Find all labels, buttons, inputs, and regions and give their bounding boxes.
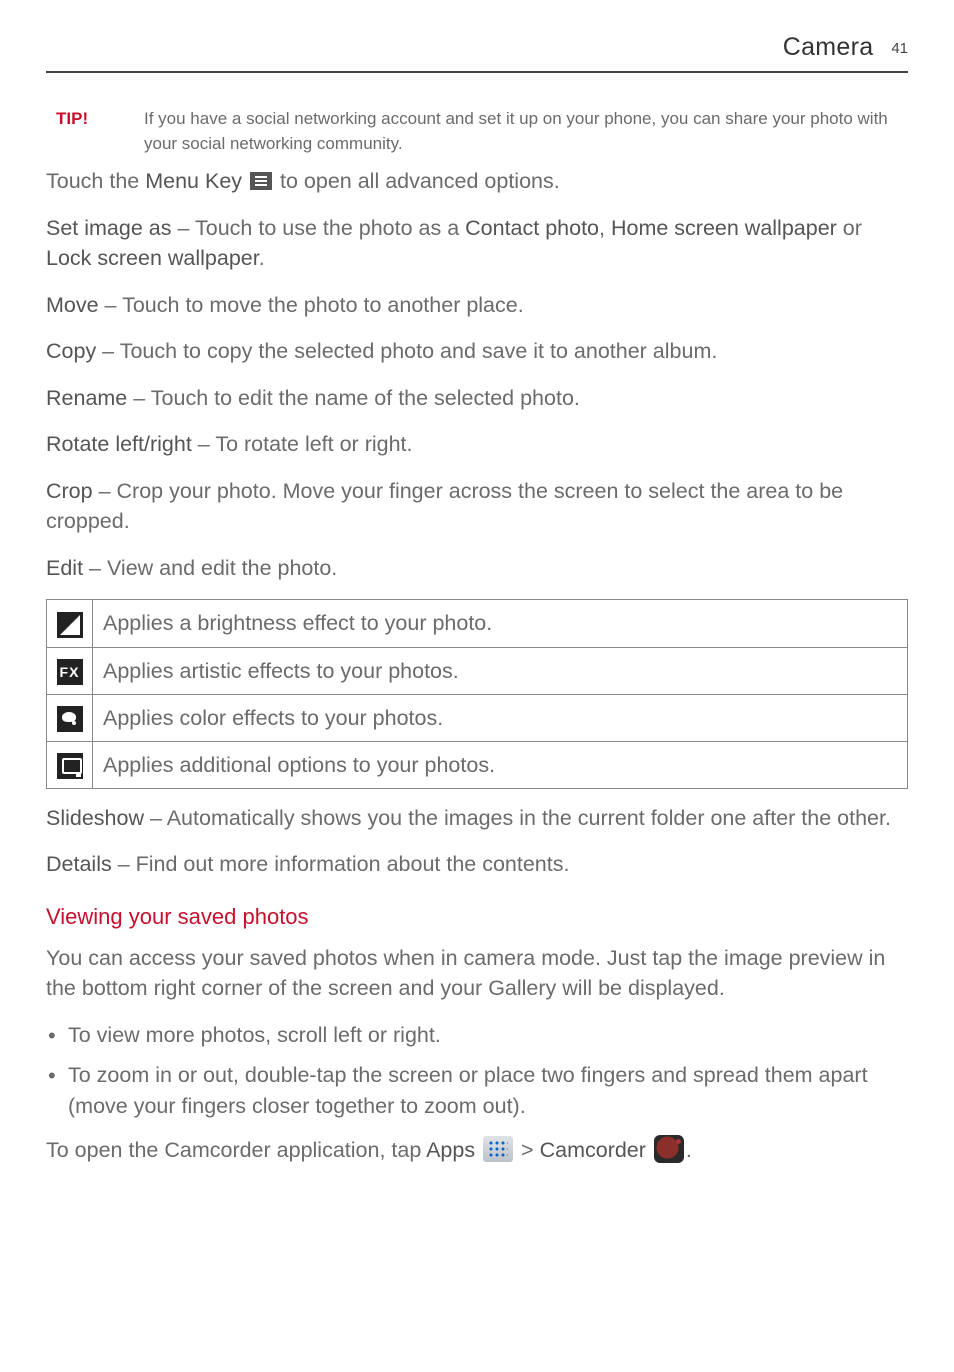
menu-key-label: Menu Key <box>145 169 242 193</box>
touch-text-suffix: to open all advanced options. <box>280 169 560 193</box>
set-image-as-line: Set image as – Touch to use the photo as… <box>46 213 908 274</box>
crop-line: Crop – Crop your photo. Move your finger… <box>46 476 908 537</box>
table-row: Applies a brightness effect to your phot… <box>47 600 908 647</box>
list-item: To zoom in or out, double-tap the screen… <box>46 1060 908 1121</box>
apps-label: Apps <box>426 1138 475 1162</box>
camcorder-label: Camcorder <box>540 1138 646 1162</box>
list-item: To view more photos, scroll left or righ… <box>46 1020 908 1051</box>
opt-contact-photo: Contact photo <box>465 216 599 240</box>
brightness-icon-cell <box>47 600 93 647</box>
brightness-icon <box>57 612 83 638</box>
details-text: – Find out more information about the co… <box>112 852 570 876</box>
touch-menu-line: Touch the Menu Key to open all advanced … <box>46 166 908 197</box>
move-text: – Touch to move the photo to another pla… <box>99 293 524 317</box>
slideshow-label: Slideshow <box>46 806 144 830</box>
page-number: 41 <box>891 40 908 57</box>
rotate-label: Rotate left/right <box>46 432 192 456</box>
move-label: Move <box>46 293 99 317</box>
tip-text: If you have a social networking account … <box>144 107 908 156</box>
camcorder-end: . <box>686 1138 692 1162</box>
set-image-as-label: Set image as <box>46 216 171 240</box>
tip-block: TIP! If you have a social networking acc… <box>46 107 908 156</box>
crop-text: – Crop your photo. Move your finger acro… <box>46 479 843 534</box>
sep1: , <box>599 216 611 240</box>
color-desc: Applies color effects to your photos. <box>93 694 908 741</box>
crop-label: Crop <box>46 479 93 503</box>
rename-label: Rename <box>46 386 127 410</box>
color-effects-icon <box>57 706 83 732</box>
table-row: Applies color effects to your photos. <box>47 694 908 741</box>
menu-key-icon <box>250 172 272 190</box>
copy-line: Copy – Touch to copy the selected photo … <box>46 336 908 367</box>
viewing-heading: Viewing your saved photos <box>46 902 908 933</box>
rename-line: Rename – Touch to edit the name of the s… <box>46 383 908 414</box>
edit-text: – View and edit the photo. <box>83 556 337 580</box>
slideshow-text: – Automatically shows you the images in … <box>144 806 891 830</box>
color-icon-cell <box>47 694 93 741</box>
additional-options-icon <box>57 753 83 779</box>
table-row: FX Applies artistic effects to your phot… <box>47 647 908 694</box>
edit-line: Edit – View and edit the photo. <box>46 553 908 584</box>
edit-label: Edit <box>46 556 83 580</box>
viewing-bullets: To view more photos, scroll left or righ… <box>46 1020 908 1122</box>
details-line: Details – Find out more information abou… <box>46 849 908 880</box>
page-header: Camera 41 <box>46 30 908 73</box>
gt: > <box>515 1138 540 1162</box>
apps-icon <box>483 1136 513 1162</box>
fx-desc: Applies artistic effects to your photos. <box>93 647 908 694</box>
touch-text-prefix: Touch the <box>46 169 145 193</box>
camcorder-icon <box>654 1135 684 1163</box>
opt-lock-wallpaper: Lock screen wallpaper <box>46 246 259 270</box>
end: . <box>259 246 265 270</box>
rotate-line: Rotate left/right – To rotate left or ri… <box>46 429 908 460</box>
copy-label: Copy <box>46 339 96 363</box>
header-title: Camera <box>783 33 874 61</box>
tip-label: TIP! <box>46 107 118 156</box>
fx-icon-cell: FX <box>47 647 93 694</box>
edit-options-table: Applies a brightness effect to your phot… <box>46 599 908 788</box>
camcorder-prefix: To open the Camcorder application, tap <box>46 1138 426 1162</box>
camcorder-line: To open the Camcorder application, tap A… <box>46 1135 908 1166</box>
slideshow-line: Slideshow – Automatically shows you the … <box>46 803 908 834</box>
details-label: Details <box>46 852 112 876</box>
set-image-as-text-a: – Touch to use the photo as a <box>171 216 465 240</box>
additional-desc: Applies additional options to your photo… <box>93 741 908 788</box>
fx-icon: FX <box>57 659 83 685</box>
additional-icon-cell <box>47 741 93 788</box>
sep2: or <box>837 216 862 240</box>
table-row: Applies additional options to your photo… <box>47 741 908 788</box>
rename-text: – Touch to edit the name of the selected… <box>127 386 580 410</box>
brightness-desc: Applies a brightness effect to your phot… <box>93 600 908 647</box>
move-line: Move – Touch to move the photo to anothe… <box>46 290 908 321</box>
opt-home-wallpaper: Home screen wallpaper <box>611 216 837 240</box>
viewing-intro: You can access your saved photos when in… <box>46 943 908 1004</box>
rotate-text: – To rotate left or right. <box>192 432 413 456</box>
copy-text: – Touch to copy the selected photo and s… <box>96 339 717 363</box>
